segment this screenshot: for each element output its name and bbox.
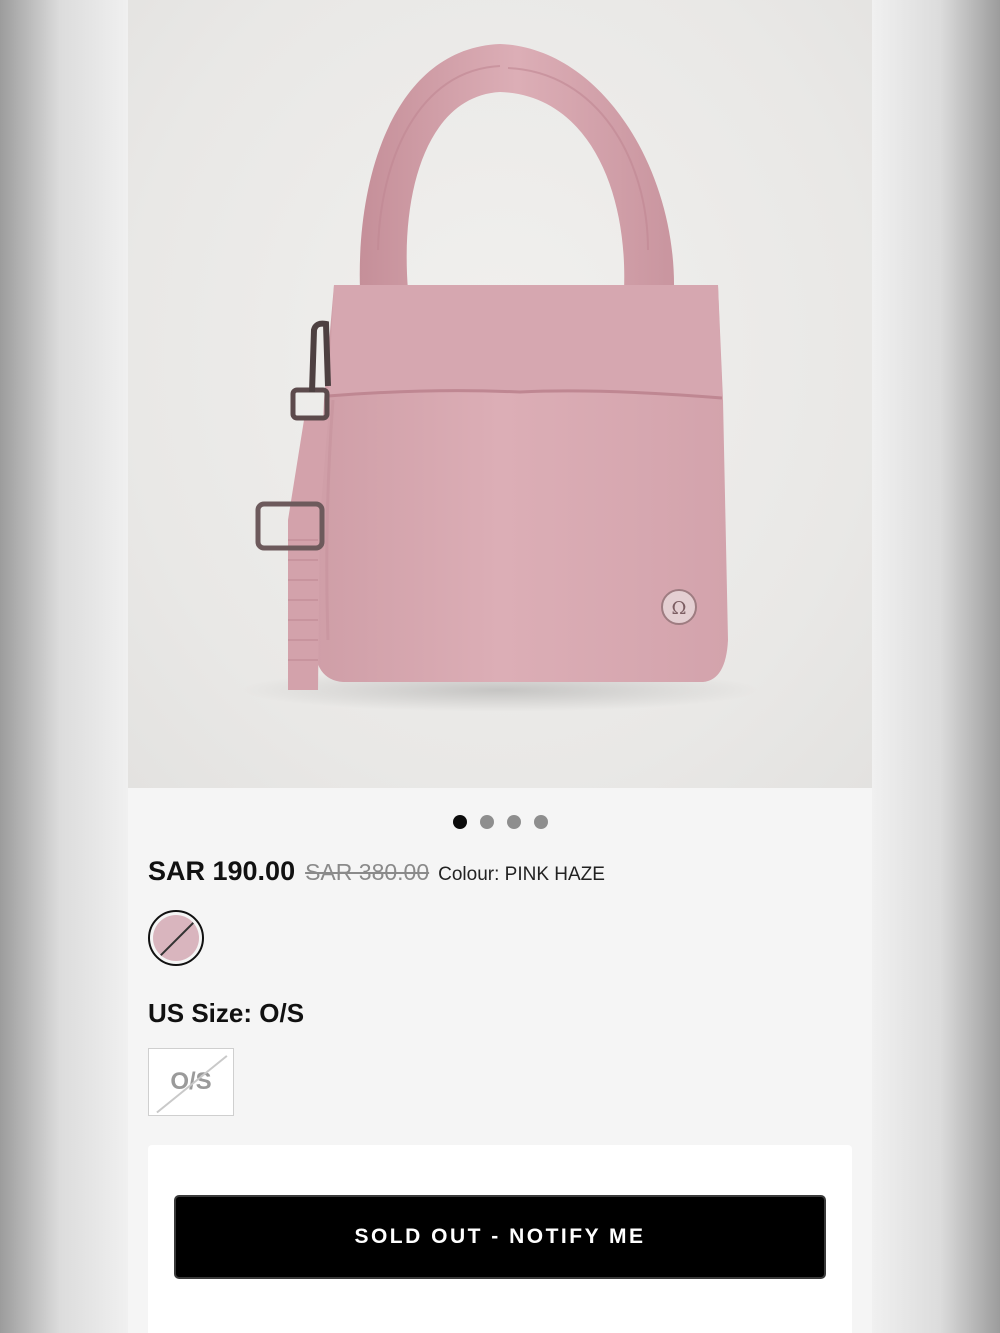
size-heading: US Size: O/S — [148, 998, 305, 1028]
colour-swatch-pink-haze[interactable] — [148, 910, 204, 966]
original-price: SAR 380.00 — [305, 859, 430, 885]
carousel-indicator — [128, 815, 872, 829]
svg-text:Ω: Ω — [672, 598, 687, 619]
product-image[interactable]: Ω — [128, 0, 872, 788]
cta-card: SOLD OUT - NOTIFY ME — [148, 1145, 852, 1333]
carousel-dot[interactable] — [479, 815, 494, 829]
product-page: Ω SAR 190.00 SAR 380.00 Colour: PINK HAZ… — [128, 0, 872, 1333]
swatch-unavailable-slash — [153, 915, 199, 961]
colour-label: Colour: PINK HAZE — [438, 864, 605, 885]
carousel-dot[interactable] — [533, 815, 548, 829]
notify-me-button[interactable]: SOLD OUT - NOTIFY ME — [174, 1195, 826, 1279]
carousel-dot[interactable] — [506, 815, 521, 829]
price-row: SAR 190.00 SAR 380.00 Colour: PINK HAZE — [148, 856, 605, 887]
carousel-dot[interactable] — [452, 815, 467, 829]
size-option-os[interactable]: O/S — [148, 1048, 234, 1116]
size-option-label: O/S — [170, 1068, 212, 1095]
bag-illustration: Ω — [240, 44, 760, 712]
sale-price: SAR 190.00 — [148, 856, 296, 886]
